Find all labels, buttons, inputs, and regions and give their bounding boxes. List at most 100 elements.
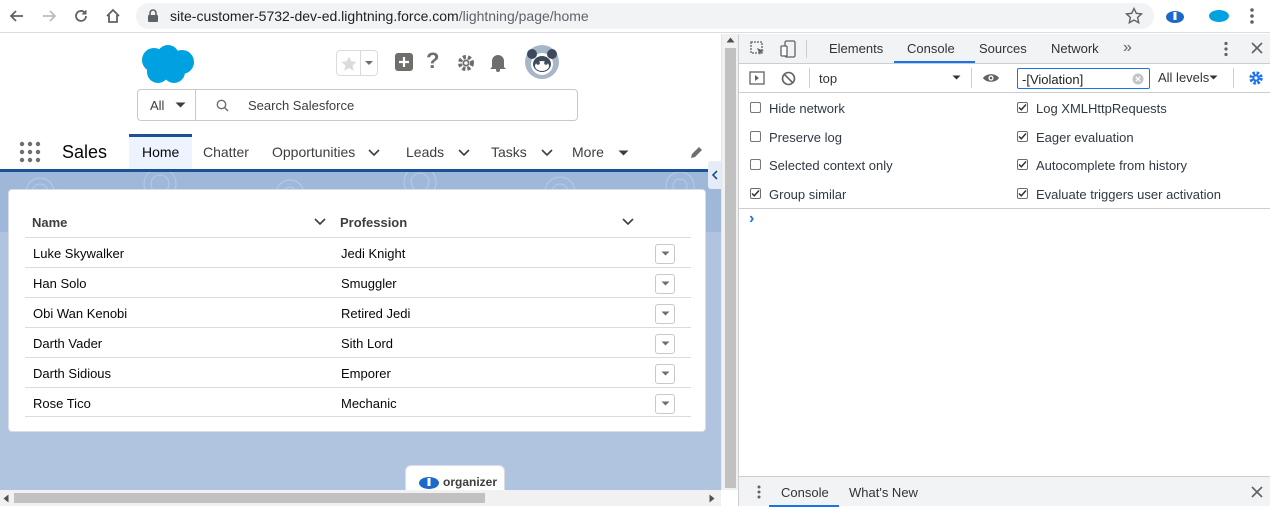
drawer-tab-whats-new[interactable]: What's New	[849, 485, 918, 500]
tab-network[interactable]: Network	[1051, 41, 1099, 56]
evaluate-triggers-checkbox[interactable]	[1017, 188, 1028, 199]
cell-name: Darth Vader	[33, 336, 103, 351]
inspect-element-icon[interactable]	[750, 41, 766, 57]
cell-name: Obi Wan Kenobi	[33, 306, 128, 321]
live-expression-eye-icon[interactable]	[982, 72, 1000, 84]
chevron-down-icon[interactable]	[622, 218, 634, 226]
favorites-button[interactable]	[336, 50, 378, 76]
more-tabs-icon[interactable]: »	[1123, 39, 1132, 57]
console-output[interactable]: ›	[739, 209, 1270, 475]
chevron-down-icon[interactable]	[541, 149, 553, 157]
tab-sources[interactable]: Sources	[979, 41, 1027, 56]
drawer-tab-console[interactable]: Console	[781, 485, 829, 500]
cell-profession: Retired Jedi	[341, 306, 411, 321]
console-filter-input[interactable]: -[Violation]	[1017, 68, 1150, 89]
console-settings-gear-icon[interactable]	[1248, 70, 1264, 86]
url-host: site-customer-5732-dev-ed.lightning.forc…	[170, 8, 459, 24]
favorites-dropdown-icon	[365, 61, 373, 65]
scroll-right-icon[interactable]	[709, 494, 715, 503]
drawer-menu-icon[interactable]	[756, 485, 762, 499]
scroll-left-icon[interactable]	[3, 494, 9, 503]
tab-tasks[interactable]: Tasks	[491, 134, 553, 169]
column-header-name[interactable]: Name	[32, 215, 67, 230]
row-actions-button[interactable]	[655, 304, 675, 324]
chevron-down-icon	[661, 281, 669, 286]
clear-console-icon[interactable]	[781, 71, 796, 86]
table-row: Darth Vader Sith Lord	[25, 327, 691, 357]
row-actions-button[interactable]	[655, 274, 675, 294]
global-search[interactable]: All Search Salesforce	[137, 89, 578, 121]
utility-panel-toggle[interactable]	[708, 161, 721, 189]
home-button[interactable]	[102, 5, 124, 27]
row-actions-button[interactable]	[655, 244, 675, 264]
chevron-down-icon[interactable]	[368, 149, 380, 157]
column-header-profession[interactable]: Profession	[340, 215, 407, 230]
search-icon	[216, 99, 229, 112]
app-name: Sales	[62, 142, 108, 162]
global-actions-icon[interactable]	[394, 52, 414, 72]
forward-button[interactable]	[38, 5, 60, 27]
eager-evaluation-label: Eager evaluation	[1036, 130, 1134, 145]
tab-chatter[interactable]: Chatter	[203, 134, 249, 169]
hide-network-checkbox[interactable]	[750, 102, 761, 113]
chevron-down-icon[interactable]	[314, 218, 326, 226]
horizontal-scroll-thumb[interactable]	[14, 493, 485, 503]
tab-elements[interactable]: Elements	[829, 41, 883, 56]
row-actions-button[interactable]	[655, 334, 675, 354]
tab-leads[interactable]: Leads	[406, 134, 470, 169]
extension-cloud-icon[interactable]	[1165, 7, 1185, 25]
selected-context-checkbox[interactable]	[750, 159, 761, 170]
reload-button[interactable]	[70, 5, 92, 27]
checkmark-icon	[1018, 133, 1027, 140]
salesforce-logo-icon[interactable]	[136, 44, 196, 84]
autocomplete-history-checkbox[interactable]	[1017, 159, 1028, 170]
tab-opportunities[interactable]: Opportunities	[272, 134, 380, 169]
row-actions-button[interactable]	[655, 394, 675, 414]
tab-home[interactable]: Home	[129, 134, 192, 169]
arrow-right-icon	[43, 10, 57, 22]
address-bar[interactable]: site-customer-5732-dev-ed.lightning.forc…	[136, 3, 1154, 29]
back-button[interactable]	[6, 5, 28, 27]
clear-filter-icon[interactable]	[1132, 73, 1144, 85]
help-icon[interactable]: ?	[426, 48, 439, 74]
toolbar-divider	[809, 68, 810, 88]
log-levels-select[interactable]: All levels	[1158, 70, 1209, 85]
row-actions-button[interactable]	[655, 364, 675, 384]
star-icon[interactable]	[1125, 7, 1143, 25]
lock-icon	[148, 9, 158, 22]
search-scope-select[interactable]: All	[138, 90, 196, 120]
device-toolbar-icon[interactable]	[780, 40, 796, 58]
cell-profession: Smuggler	[341, 276, 397, 291]
devtools-tabbar: Elements Console Sources Network »	[739, 34, 1270, 64]
group-similar-checkbox[interactable]	[750, 188, 761, 199]
search-input[interactable]: Search Salesforce	[248, 98, 354, 113]
vertical-scroll-thumb[interactable]	[725, 48, 736, 488]
user-avatar-icon[interactable]	[524, 44, 560, 80]
tab-console[interactable]: Console	[907, 41, 955, 56]
salesforce-extension-icon[interactable]	[1208, 7, 1230, 23]
page-horizontal-scrollbar[interactable]	[0, 490, 721, 506]
salesforce-page: ? All Search Salesforce Sales Home Chatt…	[0, 34, 721, 506]
preserve-log-checkbox[interactable]	[750, 131, 761, 142]
log-xhr-checkbox[interactable]	[1017, 102, 1028, 113]
chevron-down-icon[interactable]	[458, 149, 470, 157]
close-devtools-icon[interactable]	[1251, 42, 1263, 54]
chrome-menu-icon[interactable]	[1247, 7, 1257, 25]
edit-nav-pencil-icon[interactable]	[689, 145, 704, 160]
notifications-bell-icon[interactable]	[488, 52, 508, 72]
eager-evaluation-checkbox[interactable]	[1017, 131, 1028, 142]
tab-more[interactable]: More	[572, 134, 629, 169]
close-drawer-icon[interactable]	[1251, 486, 1263, 498]
devtools-menu-icon[interactable]	[1223, 41, 1229, 57]
context-select[interactable]: top	[813, 68, 969, 88]
page-vertical-scrollbar[interactable]	[721, 34, 738, 490]
app-launcher-icon[interactable]	[19, 141, 41, 163]
global-header: ? All Search Salesforce	[0, 34, 721, 134]
table-row: Rose Tico Mechanic	[25, 387, 691, 417]
setup-gear-icon[interactable]	[456, 53, 476, 73]
context-select-value: top	[819, 71, 838, 86]
scroll-up-icon[interactable]	[726, 37, 735, 43]
filter-input-value: -[Violation]	[1022, 72, 1084, 87]
evaluate-triggers-label: Evaluate triggers user activation	[1036, 187, 1221, 202]
show-sidebar-icon[interactable]	[749, 71, 765, 85]
